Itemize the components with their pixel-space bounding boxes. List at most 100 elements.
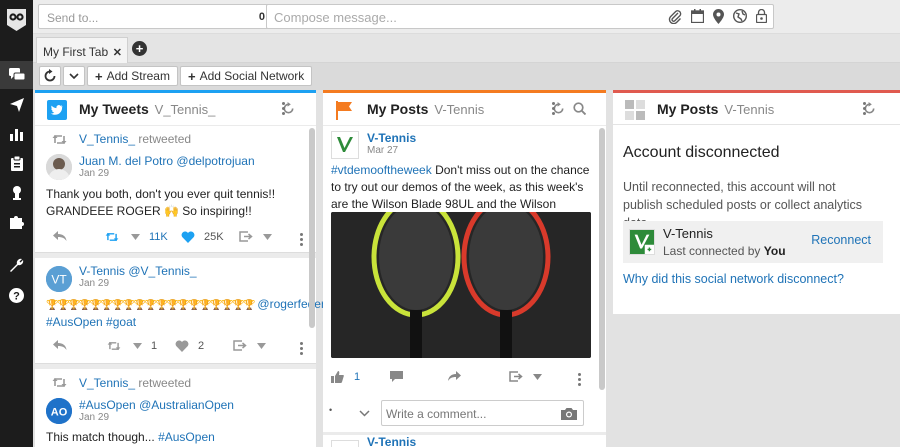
nav-streams-icon[interactable] <box>0 61 33 89</box>
comment-icon[interactable] <box>390 371 403 382</box>
nav-help-icon[interactable]: ? <box>0 281 33 309</box>
tweet-card: V_Tennis_ retweeted Juan M. del Potro @d… <box>35 126 316 253</box>
nav-contests-icon[interactable] <box>0 178 33 206</box>
refresh-streams-button[interactable] <box>39 66 61 86</box>
tweet-author-block: #AusOpen @AustralianOpen Jan 29 <box>79 398 234 423</box>
retweeter-name[interactable]: V_Tennis_ <box>79 132 135 146</box>
thumbs-up-icon <box>331 371 344 383</box>
tweet-author-block: V-Tennis @V_Tennis_ Jan 29 <box>79 264 197 289</box>
owl-logo-icon[interactable] <box>5 6 28 32</box>
retweeter-name[interactable]: V_Tennis_ <box>79 376 135 390</box>
avatar[interactable] <box>46 154 72 180</box>
add-social-network-button[interactable]: + Add Social Network <box>180 66 313 86</box>
comment-input[interactable]: Write a comment... <box>381 400 584 426</box>
like-count: 2 <box>198 340 205 352</box>
hashtag-links[interactable]: #AusOpen #goat <box>46 314 314 331</box>
tweet-actions: 11K 25K <box>35 231 316 249</box>
author-handle[interactable]: @V_Tennis_ <box>128 264 196 278</box>
reconnect-link[interactable]: Reconnect <box>811 233 871 247</box>
nav-assignments-icon[interactable] <box>0 149 33 177</box>
flag-icon <box>335 100 353 120</box>
tweet-text-line-2: GRANDEEE ROGER 🙌 So inspiring!! <box>46 204 252 218</box>
avatar[interactable]: VT <box>46 266 72 292</box>
share-button[interactable] <box>233 340 266 351</box>
share-arrow-icon[interactable] <box>448 371 461 381</box>
stream-title: My Tweets V_Tennis_ <box>79 101 215 117</box>
comment-placeholder: Write a comment... <box>386 407 487 421</box>
comment-as-selector[interactable]: • <box>329 405 332 415</box>
retweet-button[interactable]: 1 <box>107 340 157 352</box>
svg-text:?: ? <box>13 290 20 302</box>
attach-paperclip-icon[interactable] <box>668 9 682 24</box>
hashtag-link[interactable]: #AusOpen <box>158 430 215 444</box>
stream-search-icon[interactable] <box>573 102 586 115</box>
add-tab-icon[interactable]: + <box>132 41 147 56</box>
caret-down-icon <box>533 373 542 380</box>
author-handle[interactable]: @AustralianOpen <box>139 398 234 412</box>
heart-icon <box>175 340 189 352</box>
tweet-card: VT V-Tennis @V_Tennis_ Jan 29 🏆🏆🏆🏆🏆🏆🏆🏆🏆🏆… <box>35 258 336 364</box>
author-name[interactable]: Juan M. del Potro <box>79 154 173 168</box>
targeting-globe-icon[interactable] <box>733 9 747 24</box>
left-nav: ? <box>0 0 33 447</box>
stream-account: V-Tennis <box>434 102 485 117</box>
post-date: Jan 29 <box>79 278 110 289</box>
reply-icon[interactable] <box>53 340 67 351</box>
post-date: Jan 29 <box>79 168 110 179</box>
author-name[interactable]: #AusOpen <box>79 398 136 412</box>
post-image-rackets[interactable] <box>331 212 591 358</box>
selected-profiles-count: 0 <box>258 11 265 23</box>
share-button[interactable] <box>509 371 542 382</box>
stream-scrollbar[interactable] <box>599 128 605 390</box>
like-count: 25K <box>204 231 224 243</box>
disconnected-heading: Account disconnected <box>623 144 780 161</box>
author-name[interactable]: V-Tennis <box>79 264 125 278</box>
compose-message-input[interactable]: Compose message... <box>266 4 774 29</box>
reply-icon[interactable] <box>53 231 67 242</box>
retweet-line: V_Tennis_ retweeted <box>79 376 191 390</box>
stream-menu-icon[interactable] <box>863 102 866 115</box>
refresh-interval-dropdown[interactable] <box>63 66 85 86</box>
stream-title-text: My Posts <box>657 101 719 117</box>
hashtag-link[interactable]: #vtdemooftheweek <box>331 163 432 177</box>
post-menu-icon[interactable] <box>578 373 581 386</box>
privacy-lock-icon[interactable] <box>756 9 767 24</box>
retweet-icon <box>52 134 67 145</box>
author-handle[interactable]: @delpotrojuan <box>176 154 254 168</box>
nav-publisher-icon[interactable] <box>0 91 33 119</box>
stream-title-text: My Posts <box>367 101 429 117</box>
tab-my-first-tab[interactable]: My First Tab ✕ <box>36 37 128 63</box>
send-to-field[interactable]: Send to... 0 <box>38 4 294 29</box>
like-button[interactable]: 2 <box>175 340 204 352</box>
retweet-count: 1 <box>151 340 158 352</box>
author-name[interactable]: V-Tennis <box>367 437 416 447</box>
facebook-post-card: V-Tennis Mar 27 #vtdemooftheweek Don't m… <box>323 126 606 421</box>
post-menu-icon[interactable] <box>300 233 303 246</box>
nav-tools-wrench-icon[interactable] <box>0 251 33 279</box>
comment-as-dropdown[interactable] <box>359 410 370 417</box>
avatar[interactable]: AO <box>46 398 72 424</box>
why-disconnected-link[interactable]: Why did this social network disconnect? <box>623 272 844 286</box>
add-stream-button[interactable]: + Add Stream <box>87 66 178 86</box>
stream-scrollbar[interactable] <box>309 128 315 328</box>
camera-icon[interactable] <box>561 407 577 420</box>
post-menu-icon[interactable] <box>300 342 303 355</box>
location-pin-icon[interactable] <box>713 9 724 24</box>
nav-apps-puzzle-icon[interactable] <box>0 207 33 235</box>
schedule-calendar-icon[interactable] <box>691 9 704 24</box>
stream-menu-icon[interactable] <box>552 102 555 115</box>
author-name[interactable]: V-Tennis <box>367 131 416 145</box>
share-button[interactable] <box>239 231 272 242</box>
close-tab-icon[interactable]: ✕ <box>113 46 122 59</box>
retweet-button[interactable]: 11K <box>105 231 168 243</box>
add-social-network-label: Add Social Network <box>199 69 305 83</box>
stream-menu-icon[interactable] <box>282 102 285 115</box>
retweeted-label: retweeted <box>138 132 192 146</box>
like-button[interactable]: 25K <box>181 231 224 243</box>
vtennis-logo-avatar[interactable] <box>331 131 359 159</box>
tweet-text: This match though... #AusOpen <box>46 429 308 446</box>
plus-icon: + <box>95 68 103 84</box>
last-connected: Last connected by You <box>663 244 786 258</box>
nav-analytics-icon[interactable] <box>0 120 33 148</box>
like-button[interactable]: 1 <box>331 371 360 383</box>
